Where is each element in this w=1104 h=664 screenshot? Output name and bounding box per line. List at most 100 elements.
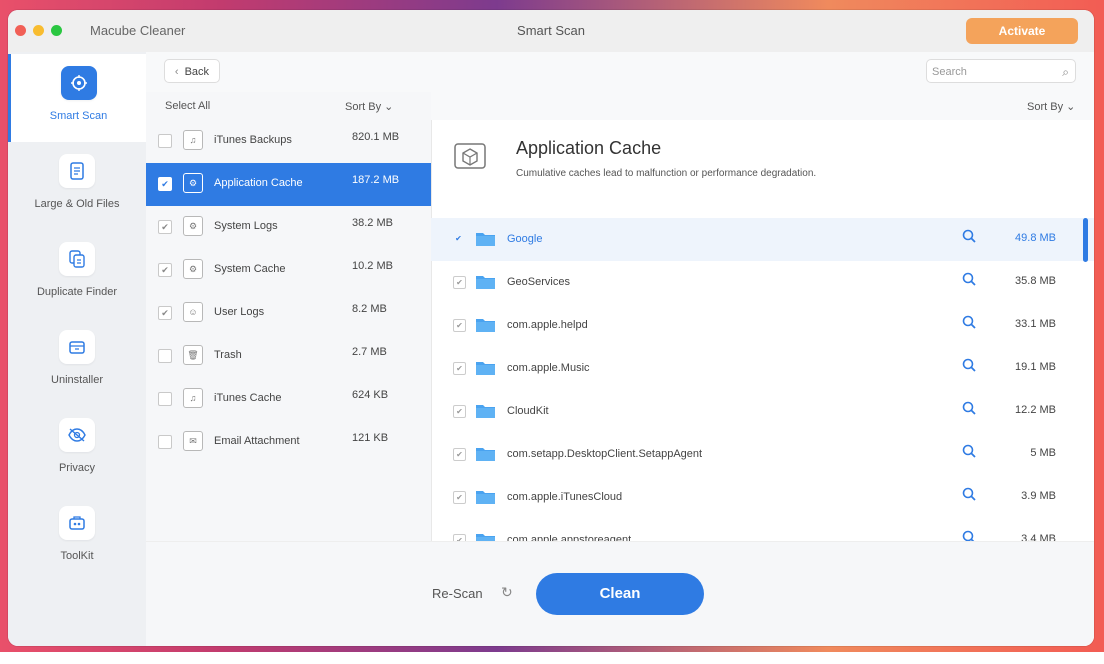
file-checkbox[interactable]: ✔ [453,448,466,461]
main-panel: ‹ Back Search ⌕ Select All Sort By ⌄ ♫ iT… [146,52,1094,646]
eye-off-icon [59,418,95,452]
user-file-icon: ☺ [183,302,203,322]
category-size: 2.7 MB [352,346,387,358]
file-checkbox[interactable]: ✔ [453,405,466,418]
file-size: 19.1 MB [1015,361,1056,373]
file-row[interactable]: ✔ com.setapp.DesktopClient.SetappAgent 5… [431,433,1094,476]
file-row[interactable]: ✔ com.apple.appstoreagent 3.4 MB [431,519,1094,542]
folder-icon [476,448,495,461]
file-name: GeoServices [507,276,570,288]
search-icon[interactable] [961,314,977,330]
category-name: System Cache [214,263,286,275]
folder-icon [476,405,495,418]
category-row-system-logs[interactable]: ✔ ⚙ System Logs 38.2 MB [146,206,431,249]
search-icon[interactable] [961,357,977,373]
category-size: 38.2 MB [352,217,393,229]
file-row[interactable]: ✔ Google 49.8 MB [431,218,1094,261]
file-checkbox[interactable]: ✔ [453,233,464,244]
sort-by-label: Sort By [345,101,382,113]
file-row[interactable]: ✔ GeoServices 35.8 MB [431,261,1094,304]
category-checkbox[interactable]: ✔ [158,263,172,277]
detail-description: Cumulative caches lead to malfunction or… [516,168,817,179]
file-size: 3.9 MB [1021,490,1056,502]
category-name: iTunes Backups [214,134,292,146]
back-button[interactable]: ‹ Back [164,59,220,83]
file-checkbox[interactable]: ✔ [453,362,466,375]
file-checkbox[interactable]: ✔ [453,319,466,332]
category-row-itunes-cache[interactable]: ♫ iTunes Cache 624 KB [146,378,431,421]
category-checkbox[interactable] [158,435,172,449]
file-checkbox[interactable]: ✔ [453,491,466,504]
detail-panel: Sort By ⌄ Application Cache Cumulative c… [431,92,1094,542]
sidebar-item-duplicate-finder[interactable]: Duplicate Finder [8,230,146,318]
sidebar: Smart Scan Large & Old Files Duplicate F… [8,52,146,646]
sidebar-item-toolkit[interactable]: ToolKit [8,494,146,582]
category-row-email-attachment[interactable]: ✉ Email Attachment 121 KB [146,421,431,464]
scrollbar-thumb[interactable] [1083,218,1088,262]
detail-title: Application Cache [516,138,662,158]
detail-sort-by-dropdown[interactable]: Sort By ⌄ [1027,100,1075,113]
window-title: Smart Scan [517,23,585,38]
toolkit-icon [59,506,95,540]
category-size: 820.1 MB [352,131,400,143]
search-icon[interactable] [961,486,977,502]
search-icon[interactable] [961,271,977,287]
refresh-icon[interactable]: ↻ [501,584,513,601]
sidebar-item-label: Privacy [58,462,96,474]
category-row-trash[interactable]: 🗑 Trash 2.7 MB [146,335,431,378]
app-cache-icon: ⚙ [183,173,203,193]
file-name: com.apple.Music [507,362,590,374]
title-bar: Macube Cleaner Smart Scan Activate [8,10,1094,52]
search-input[interactable]: Search ⌕ [926,59,1076,83]
category-checkbox[interactable]: ✔ [158,306,172,320]
file-size: 49.8 MB [1015,232,1056,244]
file-row[interactable]: ✔ com.apple.helpd 33.1 MB [431,304,1094,347]
activate-button[interactable]: Activate [966,18,1078,44]
file-name: Google [507,233,543,245]
sidebar-item-large-old-files[interactable]: Large & Old Files [8,142,146,230]
sidebar-item-smart-scan[interactable]: Smart Scan [8,54,146,142]
category-checkbox[interactable] [158,392,172,406]
search-icon[interactable] [961,228,977,244]
clean-button[interactable]: Clean [536,573,704,615]
rescan-button[interactable]: Re-Scan [432,586,483,601]
file-size: 5 MB [1030,447,1056,459]
category-checkbox[interactable] [158,349,172,363]
category-checkbox[interactable]: ✔ [158,177,172,191]
category-checkbox[interactable] [158,134,172,148]
footer: Re-Scan ↻ Clean [146,541,1094,646]
trash-icon: 🗑 [183,345,203,365]
category-name: Trash [214,349,242,361]
file-checkbox[interactable]: ✔ [453,276,466,289]
category-row-system-cache[interactable]: ✔ ⚙ System Cache 10.2 MB [146,249,431,292]
file-size: 12.2 MB [1015,404,1056,416]
gear-file-icon: ⚙ [183,216,203,236]
search-icon[interactable] [961,400,977,416]
sort-by-dropdown[interactable]: Sort By ⌄ [345,100,393,113]
file-row[interactable]: ✔ com.apple.Music 19.1 MB [431,347,1094,390]
file-name: com.setapp.DesktopClient.SetappAgent [507,448,703,460]
envelope-icon: ✉ [183,431,203,451]
category-row-itunes-backups[interactable]: ♫ iTunes Backups 820.1 MB [146,120,431,163]
search-icon[interactable] [961,443,977,459]
category-row-application-cache[interactable]: ✔ ⚙ Application Cache 187.2 MB [146,163,431,206]
category-name: System Logs [214,220,278,232]
select-all-button[interactable]: Select All [165,100,210,112]
chevron-left-icon: ‹ [174,66,179,78]
file-row[interactable]: ✔ CloudKit 12.2 MB [431,390,1094,433]
category-name: Application Cache [214,177,303,189]
category-checkbox[interactable]: ✔ [158,220,172,234]
file-row[interactable]: ✔ com.apple.iTunesCloud 3.9 MB [431,476,1094,519]
search-icon: ⌕ [1062,65,1069,79]
sidebar-item-uninstaller[interactable]: Uninstaller [8,318,146,406]
sidebar-item-label: Uninstaller [51,374,103,386]
detail-header-bar: Sort By ⌄ [431,92,1094,120]
folder-icon [476,319,495,332]
category-size: 121 KB [352,432,389,444]
sidebar-item-privacy[interactable]: Privacy [8,406,146,494]
file-name: com.apple.helpd [507,319,588,331]
category-size: 10.2 MB [352,260,393,272]
box-icon [59,330,95,364]
category-row-user-logs[interactable]: ✔ ☺ User Logs 8.2 MB [146,292,431,335]
desktop-strip [0,652,1104,664]
